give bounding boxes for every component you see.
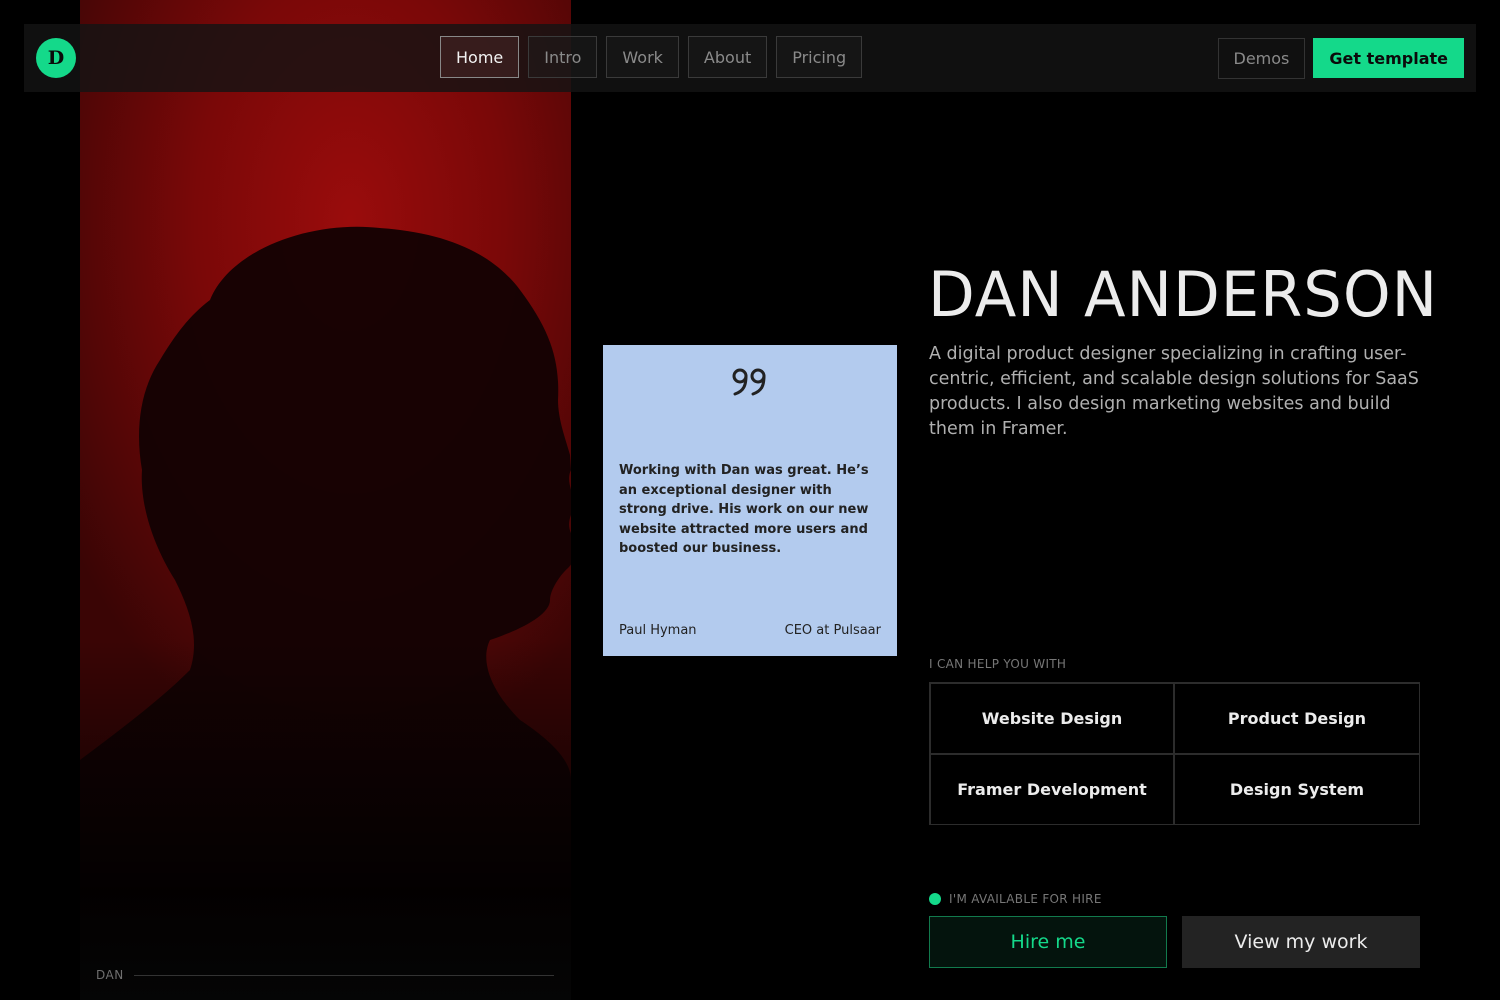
availability-label: I'M AVAILABLE FOR HIRE [949, 892, 1102, 906]
top-nav: D Home Intro Work About Pricing Demos Ge… [24, 24, 1476, 92]
service-website-design: Website Design [930, 683, 1174, 754]
hero-bio: A digital product designer specializing … [929, 344, 1419, 439]
nav-actions: Demos Get template [1217, 38, 1464, 79]
hire-me-button[interactable]: Hire me [929, 916, 1167, 968]
nav-link-work[interactable]: Work [606, 36, 679, 78]
get-template-button[interactable]: Get template [1313, 38, 1464, 78]
service-product-design: Product Design [1174, 683, 1420, 754]
portrait-image: DAN [80, 0, 571, 1000]
nav-link-about[interactable]: About [687, 36, 768, 78]
services-grid: Website Design Product Design Framer Dev… [929, 682, 1420, 825]
demos-button[interactable]: Demos [1217, 38, 1306, 79]
portrait-caption: DAN [96, 968, 554, 982]
logo[interactable]: D [36, 38, 76, 78]
service-framer-development: Framer Development [930, 754, 1174, 825]
nav-links: Home Intro Work About Pricing [440, 36, 863, 78]
testimonial-role: CEO at Pulsaar [784, 623, 881, 638]
testimonial-author: Paul Hyman [619, 623, 697, 638]
logo-letter: D [47, 47, 65, 69]
view-work-button[interactable]: View my work [1182, 916, 1420, 968]
status-dot-icon [929, 893, 941, 905]
quote-icon [732, 368, 766, 396]
caption-divider [133, 974, 554, 976]
testimonial-card: Working with Dan was great. He’s an exce… [603, 345, 897, 656]
testimonial-attribution: Paul Hyman CEO at Pulsaar [619, 623, 881, 638]
services-label: I CAN HELP YOU WITH [929, 657, 1067, 671]
portrait-caption-text: DAN [96, 968, 124, 982]
service-design-system: Design System [1174, 754, 1420, 825]
availability-status: I'M AVAILABLE FOR HIRE [929, 892, 1102, 906]
hero-name: DAN ANDERSON [928, 258, 1439, 331]
nav-link-intro[interactable]: Intro [528, 36, 598, 78]
nav-link-home[interactable]: Home [440, 36, 520, 78]
testimonial-quote: Working with Dan was great. He’s an exce… [619, 463, 869, 557]
nav-link-pricing[interactable]: Pricing [776, 36, 863, 78]
